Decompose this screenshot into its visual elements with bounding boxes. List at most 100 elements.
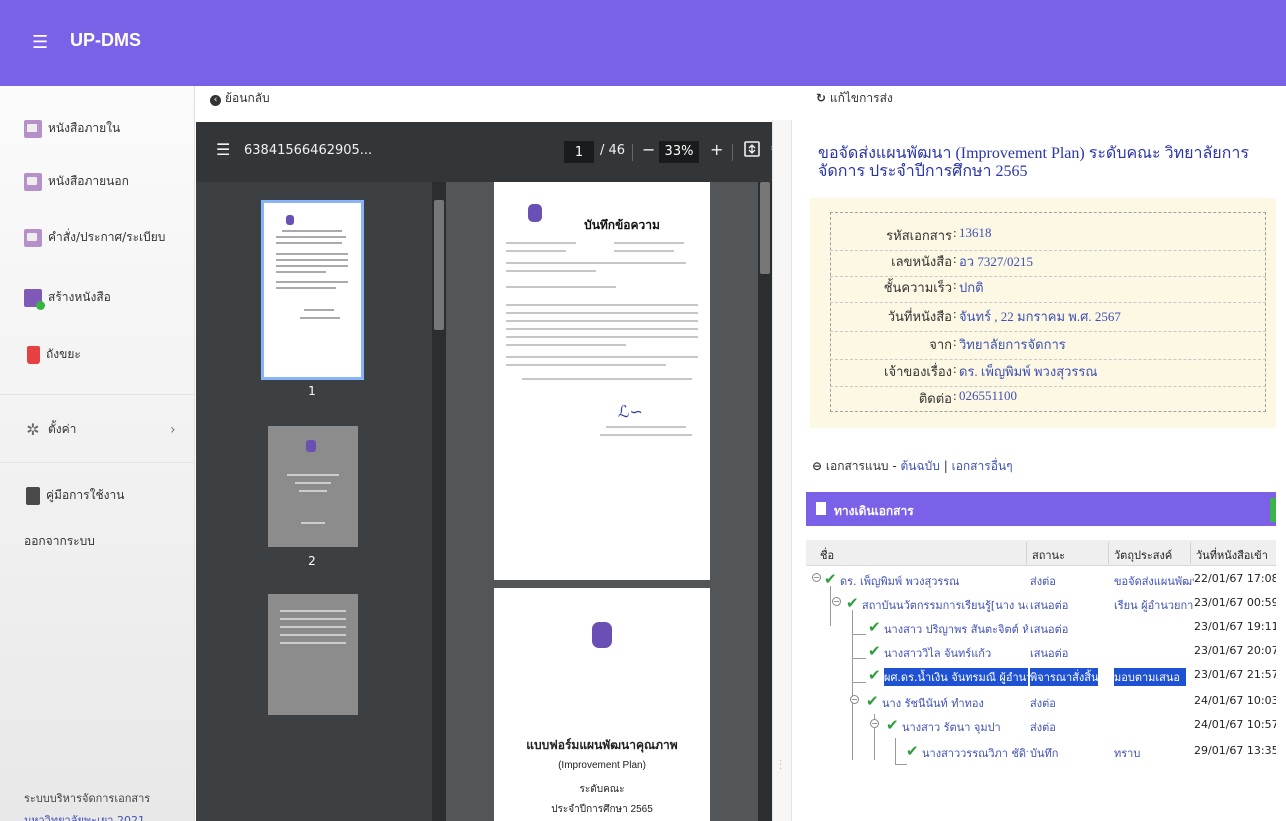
flow-status: ส่งต่อ (1030, 697, 1056, 710)
info-value: อว 7327/0215 (959, 254, 1033, 269)
attachment-separator: | (943, 459, 948, 473)
thumbnail-pane: 1 2 (196, 182, 432, 821)
zoom-level[interactable]: 33% (659, 141, 699, 163)
drag-handle-icon[interactable]: · · · (779, 757, 782, 775)
sidebar-item-announcements[interactable]: คำสั่ง/ประกาศ/ระเบียบ (24, 228, 165, 247)
pdf-toolbar: ☰ 63841566462905... / 46 − 33% + ⋮ (196, 122, 952, 182)
flow-date: 22/01/67 17:08 › (1194, 572, 1276, 585)
viewer-scrollbar[interactable] (758, 182, 772, 821)
text-line (280, 626, 346, 628)
signature-mark: ℒ∽ (618, 402, 643, 421)
text-line (304, 309, 334, 311)
info-label: ชั้นความเร็ว (883, 280, 952, 295)
footer-system-name: ระบบบริหารจัดการเอกสาร (24, 792, 151, 805)
attachment-original-link[interactable]: ต้นฉบับ (901, 459, 940, 473)
zoom-out-icon[interactable]: − (642, 140, 655, 159)
edit-send-button[interactable]: ↻ แก้ไขการส่ง (816, 89, 893, 108)
flow-row-selected[interactable]: ✔ ผศ.ดร.น้ำเงิน จันทรมณี ผู้อำนวยกา พิจา… (806, 664, 1276, 688)
sidebar-toggle-icon[interactable]: ☰ (216, 140, 230, 159)
collapse-icon[interactable]: − (812, 573, 821, 582)
thumbnail-page-3[interactable] (268, 594, 358, 715)
flow-status: เสนอต่อ (1030, 647, 1069, 660)
column-header-date[interactable]: วันที่หนังสือเข้า (1196, 546, 1268, 564)
pane-splitter[interactable]: · · · (772, 120, 792, 821)
form-year: ประจำปีการศึกษา 2565 (551, 804, 653, 815)
text-line (506, 312, 698, 314)
thumbnail-page-1[interactable] (261, 200, 364, 380)
toolbar-divider (732, 144, 733, 161)
flow-row[interactable]: ✔ นางสาววิไล จันทร์แก้ว เสนอต่อ 23/01/67… (806, 640, 1276, 664)
collapse-icon[interactable]: − (850, 695, 859, 704)
toolbar-divider (632, 144, 633, 161)
column-header-purpose[interactable]: วัตถุประสงค์ (1114, 546, 1172, 564)
column-header-status[interactable]: สถานะ (1032, 546, 1065, 564)
collapse-icon[interactable]: − (870, 719, 879, 728)
flow-date: 23/01/67 21:57 › (1194, 668, 1276, 681)
chevron-right-icon[interactable]: › (170, 422, 176, 438)
attachment-other-link[interactable]: เอกสารอื่นๆ (952, 459, 1013, 473)
page-number-input[interactable] (564, 141, 594, 163)
info-value: จันทร์ , 22 มกราคม พ.ศ. 2567 (959, 309, 1121, 324)
flow-status: บันทึก (1030, 747, 1059, 760)
info-label: เจ้าของเรื่อง (884, 364, 952, 379)
text-line (506, 250, 566, 252)
collapse-icon[interactable]: − (832, 597, 841, 606)
refresh-icon: ↻ (816, 91, 827, 105)
text-line (300, 317, 340, 319)
text-line (506, 270, 596, 272)
text-line (276, 242, 342, 244)
hamburger-icon[interactable]: ☰ (32, 32, 48, 53)
text-line (287, 474, 339, 476)
flow-row[interactable]: − ✔ นางสาว รัตนา จุมปา ส่งต่อ 24/01/67 1… (806, 714, 1276, 738)
flow-row[interactable]: ✔ นางสาววรรณวิภา ชัดิวงศ์ บันทึก ทราบ 29… (806, 740, 1276, 764)
document-flow-title: ทางเดินเอกสาร (834, 504, 914, 518)
paperclip-icon: ⊖ (812, 459, 823, 473)
flow-status: เสนอต่อ (1030, 599, 1069, 612)
check-icon: ✔ (824, 570, 837, 588)
text-line (276, 259, 348, 261)
thumbnail-page-2[interactable] (268, 426, 358, 547)
top-bar: ☰ UP-DMS (0, 0, 1286, 86)
text-line (506, 328, 698, 330)
flow-table-header: ชื่อ สถานะ วัตถุประสงค์ วันที่หนังสือเข้… (806, 540, 1276, 566)
info-value: ปกติ (959, 280, 984, 295)
flow-date: 23/01/67 20:07 › (1194, 644, 1276, 657)
form-title: แบบฟอร์มแผนพัฒนาคุณภาพ (526, 738, 678, 752)
flow-row[interactable]: − ✔ นาง รัชนีนันท์ ทำทอง ส่งต่อ 24/01/67… (806, 690, 1276, 714)
sidebar-item-logout[interactable]: ออกจากระบบ (24, 532, 95, 551)
sidebar-item-external-docs[interactable]: หนังสือภายนอก (24, 172, 129, 191)
create-document-icon (24, 288, 45, 310)
text-line (522, 378, 692, 380)
attachments-bar: ⊖ เอกสารแนบ - ต้นฉบับ | เอกสารอื่นๆ (812, 457, 1013, 476)
zoom-in-icon[interactable]: + (710, 140, 723, 159)
flow-status: พิจารณาสั่งสิ้น (1030, 668, 1099, 686)
check-icon: ✔ (868, 618, 881, 636)
sidebar-item-internal-docs[interactable]: หนังสือภายใน (24, 119, 120, 138)
sidebar-item-create-doc[interactable]: สร้างหนังสือ (24, 288, 111, 310)
check-icon: ✔ (868, 642, 881, 660)
scrollbar-thumb[interactable] (434, 200, 444, 330)
thumbnail-scrollbar[interactable] (432, 182, 446, 821)
university-logo-icon (306, 440, 316, 452)
announcement-folder-icon (24, 228, 42, 247)
info-value: 026551100 (959, 388, 1018, 403)
text-line (614, 242, 684, 244)
flow-name: นาง รัชนีนันท์ ทำทอง (882, 697, 984, 710)
flow-row[interactable]: − ✔ สถาบันนวัตกรรมการเรียนรู้[นาง นงลักษ… (806, 592, 1276, 616)
column-header-name[interactable]: ชื่อ (820, 546, 834, 564)
sidebar-item-trash[interactable]: ถังขยะ (24, 345, 81, 364)
info-row-contact: ติดต่อ: 026551100 (830, 388, 1266, 414)
scrollbar-thumb[interactable] (760, 182, 770, 274)
fit-page-icon[interactable] (744, 141, 760, 161)
trash-icon (27, 345, 40, 364)
flow-status: ส่งต่อ (1030, 721, 1056, 734)
text-line (276, 287, 336, 289)
text-line (276, 281, 348, 283)
sidebar-item-manual[interactable]: คู่มือการใช้งาน (24, 486, 124, 505)
flow-row[interactable]: ✔ นางสาว ปริญาพร สันตะจิตต์ หัวหน้ เสนอต… (806, 616, 1276, 640)
memo-heading: บันทึกข้อความ (584, 218, 660, 232)
back-button[interactable]: ‹ ย้อนกลับ (210, 89, 270, 108)
flow-row[interactable]: − ✔ ดร. เพ็ญพิมพ์ พวงสุวรรณ ส่งต่อ ขอจัด… (806, 568, 1276, 592)
sidebar-item-settings[interactable]: ✲ ตั้งค่า (24, 420, 76, 439)
text-line (276, 253, 348, 255)
